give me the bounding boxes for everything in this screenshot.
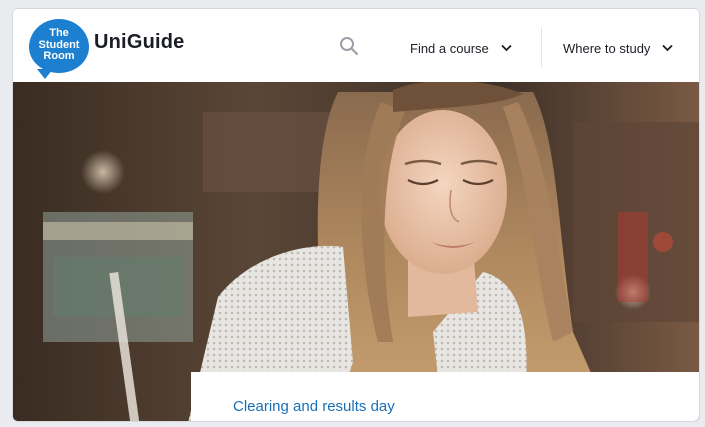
site-header: The Student Room UniGuide Find a course … (13, 9, 699, 82)
chevron-down-icon (662, 44, 674, 52)
clearing-and-results-day-link[interactable]: Clearing and results day (233, 398, 395, 415)
hero-card: Clearing and results day (191, 372, 699, 421)
nav-where-to-study-label: Where to study (563, 40, 651, 56)
uniguide-wordmark[interactable]: UniGuide (94, 31, 185, 54)
search-icon[interactable] (339, 36, 359, 56)
nav-divider (541, 27, 542, 67)
logo-line-the: The (49, 27, 69, 39)
nav-find-a-course-label: Find a course (410, 40, 489, 56)
logo-line-room: Room (43, 50, 75, 62)
student-reading-photo (13, 82, 699, 421)
the-student-room-logo[interactable]: The Student Room (29, 19, 89, 79)
chevron-down-icon (501, 44, 512, 52)
hero-image: Clearing and results day (13, 82, 699, 421)
nav-find-a-course[interactable]: Find a course (410, 38, 512, 58)
page-frame: The Student Room UniGuide Find a course … (12, 8, 700, 422)
nav-where-to-study[interactable]: Where to study (563, 38, 674, 58)
